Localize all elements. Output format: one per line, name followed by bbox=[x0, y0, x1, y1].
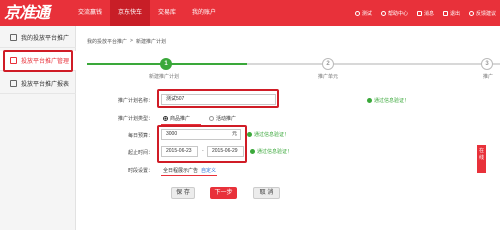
radio-checked-icon bbox=[163, 116, 168, 121]
radio-product-label: 商品推广 bbox=[170, 116, 191, 122]
help-label: 帮助中心 bbox=[387, 10, 408, 17]
breadcrumb-current: 新建推广计划 bbox=[135, 39, 166, 45]
user-icon bbox=[354, 10, 360, 16]
plan-type-label: 推广计划类型： bbox=[117, 116, 153, 122]
nav-item-1[interactable]: 交流赢钱 bbox=[70, 0, 110, 26]
check-icon bbox=[247, 132, 252, 137]
help-icon bbox=[380, 10, 386, 16]
main-nav: 交流赢钱 京东快车 交易库 我的账户 bbox=[70, 0, 224, 26]
step-1-label: 新建推广计划 bbox=[149, 74, 180, 80]
feedback-icon bbox=[468, 10, 474, 16]
plan-name-label: 推广计划名称： bbox=[117, 98, 153, 104]
breadcrumb-separator: > bbox=[130, 38, 133, 44]
radio-activity-promotion[interactable]: 活动推广 bbox=[209, 115, 236, 122]
user-toolbar: 测试 帮助中心 消息 退出 反馈建议 bbox=[354, 0, 496, 26]
sidebar: 我的投放平台推广 投放平台推广管理 投放平台推广报表 bbox=[0, 26, 76, 230]
date-range-status-text: 通过信息验证！ bbox=[257, 149, 293, 155]
logout-label: 退出 bbox=[449, 10, 460, 17]
step-progress: 1 新建推广计划 2 推广单元 3 推广 bbox=[87, 52, 500, 82]
schedule-label: 时段设置： bbox=[127, 168, 153, 174]
nav-item-2[interactable]: 京东快车 bbox=[110, 0, 151, 26]
daily-budget-status: 通过信息验证！ bbox=[247, 131, 289, 138]
top-navbar: 京准通 交流赢钱 京东快车 交易库 我的账户 测试 帮助中心 消息 退出 反馈建… bbox=[0, 0, 500, 26]
plan-name-status-text: 通过信息验证！ bbox=[374, 98, 410, 104]
messages-link[interactable]: 消息 bbox=[416, 10, 434, 17]
nav-item-4[interactable]: 我的账户 bbox=[184, 0, 224, 26]
sidebar-item-label: 投放平台推广报表 bbox=[21, 82, 70, 88]
highlight-box bbox=[157, 125, 247, 163]
next-step-button[interactable]: 下一步 bbox=[210, 187, 237, 199]
step-3-label: 推广 bbox=[483, 74, 494, 80]
step-3-circle: 3 bbox=[481, 58, 493, 70]
daily-budget-label: 每日预算： bbox=[127, 133, 153, 139]
breadcrumb-root[interactable]: 我的投放平台推广 bbox=[87, 38, 127, 45]
plan-name-status: 通过信息验证！ bbox=[367, 97, 409, 104]
cancel-button[interactable]: 取 消 bbox=[253, 187, 280, 199]
nav-item-3[interactable]: 交易库 bbox=[150, 0, 184, 26]
check-icon bbox=[367, 98, 372, 103]
messages-label: 消息 bbox=[423, 10, 434, 17]
sidebar-item-label: 我的投放平台推广 bbox=[21, 36, 70, 42]
date-range-status: 通过信息验证！ bbox=[250, 148, 292, 155]
logo[interactable]: 京准通 bbox=[4, 2, 62, 24]
mail-icon bbox=[416, 10, 422, 16]
schedule-value: 全日程展示广告 bbox=[163, 168, 199, 174]
daily-budget-status-text: 通过信息验证！ bbox=[254, 132, 290, 138]
save-button[interactable]: 保 存 bbox=[171, 187, 195, 199]
progress-line-todo bbox=[247, 63, 500, 65]
logout-icon bbox=[442, 10, 448, 16]
highlight-box bbox=[3, 50, 73, 72]
radio-activity-label: 活动推广 bbox=[216, 116, 237, 122]
radio-unchecked-icon bbox=[209, 116, 214, 121]
step-2-circle: 2 bbox=[322, 58, 334, 70]
radio-product-promotion[interactable]: 商品推广 bbox=[163, 115, 190, 122]
breadcrumb: 我的投放平台推广 > 新建推广计划 bbox=[87, 38, 166, 45]
username-label: 测试 bbox=[361, 10, 372, 17]
help-link[interactable]: 帮助中心 bbox=[380, 10, 408, 17]
feedback-link[interactable]: 反馈建议 bbox=[468, 10, 496, 17]
feedback-label: 反馈建议 bbox=[475, 10, 496, 17]
step-1-circle: 1 bbox=[160, 58, 172, 70]
username[interactable]: 测试 bbox=[354, 10, 372, 17]
schedule-custom-link[interactable]: 自定义 bbox=[201, 167, 216, 174]
sidebar-item-my-promotion[interactable]: 我的投放平台推广 bbox=[0, 28, 76, 48]
highlight-underline bbox=[161, 175, 217, 176]
dashboard-icon bbox=[10, 34, 17, 41]
online-service-tab[interactable]: 在线 bbox=[477, 145, 486, 173]
date-range-label: 起止时间： bbox=[127, 150, 153, 156]
report-icon bbox=[10, 80, 17, 87]
highlight-box bbox=[157, 89, 279, 108]
step-2-label: 推广单元 bbox=[318, 74, 339, 80]
sidebar-item-promotion-report[interactable]: 投放平台推广报表 bbox=[0, 74, 76, 94]
logout-link[interactable]: 退出 bbox=[442, 10, 460, 17]
check-icon bbox=[250, 149, 255, 154]
